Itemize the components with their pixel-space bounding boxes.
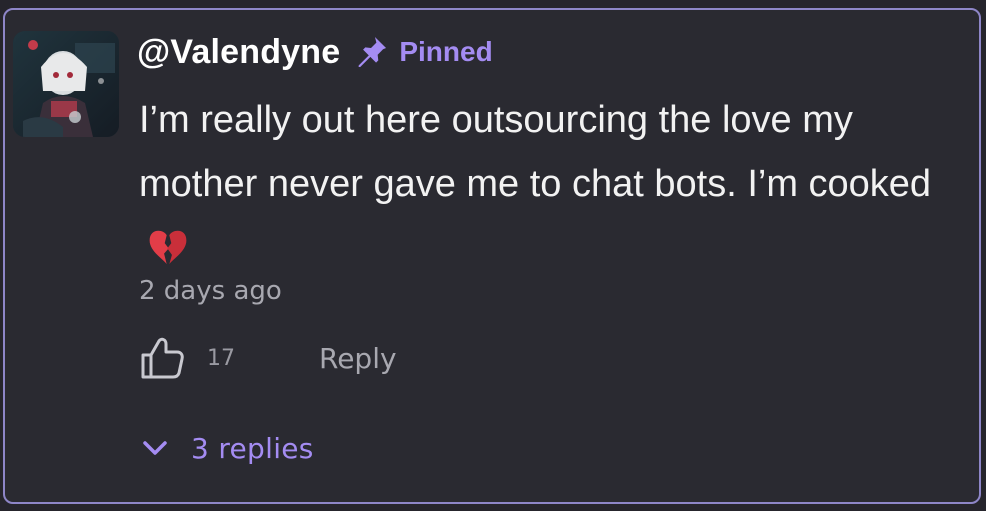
replies-count-label: 3 replies bbox=[191, 431, 314, 465]
username[interactable]: @Valendyne bbox=[137, 33, 340, 72]
avatar[interactable] bbox=[13, 31, 119, 137]
like-count: 17 bbox=[207, 345, 235, 371]
reply-button[interactable]: Reply bbox=[319, 342, 397, 375]
thumbs-up-icon[interactable] bbox=[139, 336, 185, 380]
comment-message: I’m really out here outsourcing the love… bbox=[139, 88, 969, 280]
chevron-down-icon bbox=[143, 441, 167, 455]
broken-heart-icon bbox=[149, 230, 187, 265]
pinned-badge: Pinned bbox=[399, 36, 493, 67]
comment-card: @Valendyne Pinned I’m really out here ou… bbox=[3, 8, 981, 504]
pin-icon bbox=[358, 36, 387, 68]
like-button[interactable]: 17 bbox=[139, 336, 235, 380]
avatar-image bbox=[13, 31, 119, 137]
comment-text: I’m really out here outsourcing the love… bbox=[139, 99, 932, 205]
comment-actions: 17 Reply bbox=[139, 336, 397, 380]
view-replies-button[interactable]: 3 replies bbox=[139, 426, 314, 470]
comment-header: @Valendyne Pinned bbox=[137, 26, 493, 78]
timestamp: 2 days ago bbox=[139, 276, 282, 306]
